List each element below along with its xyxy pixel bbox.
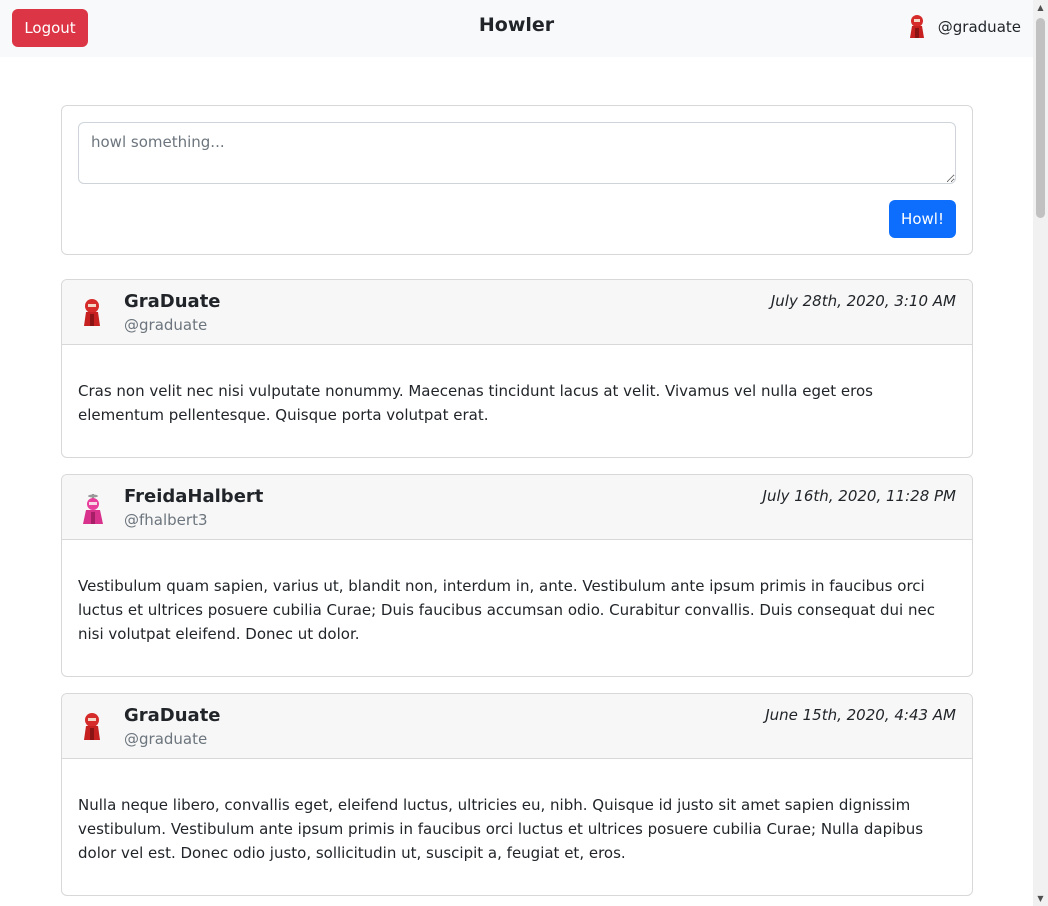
howl-timestamp: June 15th, 2020, 4:43 AM xyxy=(765,706,956,724)
howl-card: GraDuate @graduate June 15th, 2020, 4:43… xyxy=(61,693,973,896)
current-user-menu[interactable]: @graduate xyxy=(906,14,1021,40)
pink-robot-avatar-icon[interactable] xyxy=(80,493,106,525)
app-brand: Howler xyxy=(478,14,555,36)
howl-card: FreidaHalbert @fhalbert3 July 16th, 2020… xyxy=(61,474,973,677)
page-scrollbar[interactable]: ▲ ▼ xyxy=(1033,0,1048,906)
howl-timestamp: July 16th, 2020, 11:28 PM xyxy=(762,487,956,505)
author-username[interactable]: @fhalbert3 xyxy=(124,511,208,529)
red-robot-avatar-icon xyxy=(906,14,928,40)
current-user-handle: @graduate xyxy=(937,18,1021,36)
scrollbar-thumb[interactable] xyxy=(1036,18,1045,218)
red-robot-avatar-icon[interactable] xyxy=(80,712,104,742)
author-username[interactable]: @graduate xyxy=(124,316,207,334)
top-navbar: Logout Howler @graduate xyxy=(0,0,1033,57)
howl-text: Cras non velit nec nisi vulputate nonumm… xyxy=(78,382,873,424)
author-display-name[interactable]: GraDuate xyxy=(124,705,221,726)
author-display-name[interactable]: GraDuate xyxy=(124,291,221,312)
scroll-up-arrow-icon[interactable]: ▲ xyxy=(1033,0,1048,15)
howl-text: Nulla neque libero, convallis eget, elei… xyxy=(78,796,924,862)
author-username[interactable]: @graduate xyxy=(124,730,207,748)
howl-header: GraDuate @graduate July 28th, 2020, 3:10… xyxy=(62,280,972,345)
howl-button[interactable]: Howl! xyxy=(889,200,956,238)
red-robot-avatar-icon[interactable] xyxy=(80,298,104,328)
compose-card: Howl! xyxy=(61,105,973,255)
app-viewport: Logout Howler @graduate Howl! xyxy=(0,0,1048,906)
scroll-down-arrow-icon[interactable]: ▼ xyxy=(1033,891,1048,906)
howl-card: GraDuate @graduate July 28th, 2020, 3:10… xyxy=(61,279,973,458)
howl-input[interactable] xyxy=(78,122,956,184)
author-display-name[interactable]: FreidaHalbert xyxy=(124,486,263,507)
howl-timestamp: July 28th, 2020, 3:10 AM xyxy=(770,292,956,310)
howl-header: FreidaHalbert @fhalbert3 July 16th, 2020… xyxy=(62,475,972,540)
howl-text: Vestibulum quam sapien, varius ut, bland… xyxy=(78,577,935,643)
howl-header: GraDuate @graduate June 15th, 2020, 4:43… xyxy=(62,694,972,759)
